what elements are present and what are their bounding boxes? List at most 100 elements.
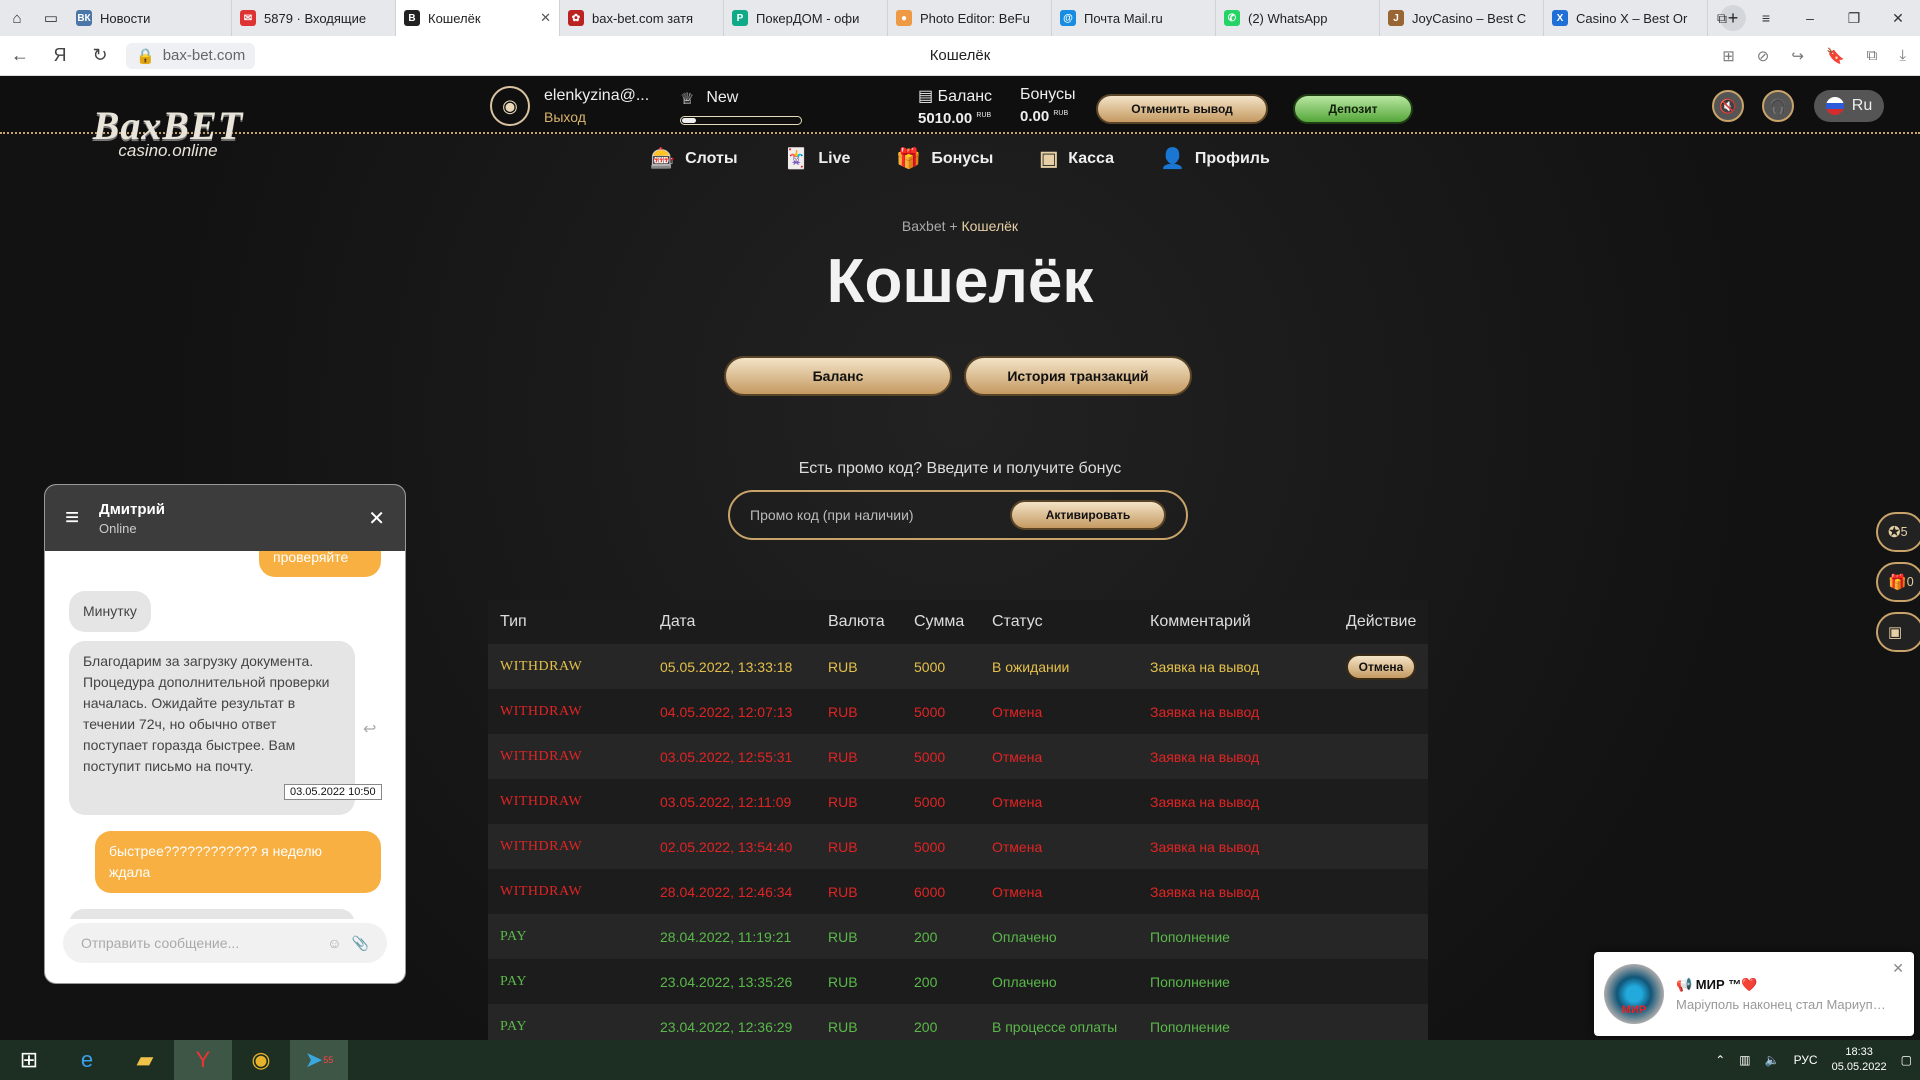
activate-button[interactable]: Активировать — [1010, 500, 1166, 530]
cell-type: WITHDRAW — [488, 689, 648, 734]
yandex-icon[interactable]: Я — [40, 36, 80, 76]
nav-item[interactable]: 👤 Профиль — [1160, 146, 1270, 171]
explorer-icon[interactable]: ▰ — [116, 1040, 174, 1080]
column-header: Тип — [488, 600, 648, 644]
cell-action: Отмена — [1334, 644, 1428, 689]
browser-tab[interactable]: B Кошелёк ✕ — [396, 0, 560, 36]
side-promo-icon[interactable]: ▣ — [1876, 612, 1920, 652]
yandex-browser-icon[interactable]: Y — [174, 1040, 232, 1080]
clock-date: 05.05.2022 — [1831, 1061, 1887, 1073]
collections-icon[interactable]: ⧉ — [1700, 0, 1744, 36]
menu-icon[interactable]: ≡ — [1744, 0, 1788, 36]
nav-item[interactable]: 🃏 Live — [784, 146, 851, 171]
cell-status: В ожидании — [980, 644, 1138, 689]
promo-input[interactable] — [750, 507, 1010, 523]
maximize-button[interactable]: ❐ — [1832, 0, 1876, 36]
cancel-withdraw-button[interactable]: Отменить вывод — [1096, 94, 1268, 124]
browser-home-icon[interactable]: ⌂ — [0, 0, 34, 36]
activate-label: Активировать — [1045, 508, 1131, 522]
sound-off-icon[interactable]: 🔇 — [1712, 90, 1744, 122]
windows-start-icon[interactable]: ⊞ — [0, 1040, 58, 1080]
translate-icon[interactable]: ⊞ — [1722, 47, 1735, 65]
chat-message-agent: Минутку — [69, 591, 151, 632]
cell-status: Отмена — [980, 734, 1138, 779]
emoji-icon[interactable]: ☺ — [327, 935, 341, 951]
telegram-icon[interactable]: ➤ 55 — [290, 1040, 348, 1080]
balance-value: 5010.00 — [918, 110, 973, 127]
cards-icon: 🃏 — [783, 148, 809, 170]
reload-icon[interactable]: ↻ — [80, 36, 120, 76]
tab-close-icon[interactable]: ✕ — [540, 10, 551, 26]
tab-history[interactable]: История транзакций — [964, 356, 1192, 396]
logout-link[interactable]: Выход — [544, 109, 649, 125]
tray-volume-icon[interactable]: 🔈 — [1765, 1053, 1780, 1067]
attach-icon[interactable]: 📎 — [352, 935, 369, 952]
user-name[interactable]: elenkyzina@... — [544, 87, 649, 105]
support-chat: ≡ Дмитрий Online ✕ проверяйте Минутку Бл… — [44, 484, 406, 984]
cell-currency: RUB — [816, 914, 902, 959]
browser-tab[interactable]: J JoyCasino – Best C — [1380, 0, 1544, 36]
reply-icon[interactable]: ↩ — [363, 719, 376, 740]
lock-icon: 🔒 — [136, 47, 155, 65]
nav-item-label: Live — [818, 149, 851, 167]
browser-tab[interactable]: ✆ (2) WhatsApp — [1216, 0, 1380, 36]
browser-tab[interactable]: ✉ 5879 · Входящие — [232, 0, 396, 36]
tab-favicon-icon: P — [732, 10, 748, 26]
browser-tab[interactable]: ВК Новости — [68, 0, 232, 36]
browser-tab[interactable]: P ПокерДОМ - офи — [724, 0, 888, 36]
cell-date: 05.05.2022, 13:33:18 — [648, 644, 816, 689]
breadcrumb-home[interactable]: Baxbet — [902, 218, 946, 234]
table-row: WITHDRAW 02.05.2022, 13:54:40 RUB 5000 О… — [488, 824, 1428, 869]
download-icon[interactable]: ⤓ — [1899, 47, 1906, 65]
clock[interactable]: 18:33 05.05.2022 — [1832, 1045, 1887, 1075]
cell-currency: RUB — [816, 869, 902, 914]
column-header: Дата — [648, 600, 816, 644]
tab-balance[interactable]: Баланс — [724, 356, 952, 396]
browser-tab[interactable]: @ Почта Mail.ru — [1052, 0, 1216, 36]
browser-tab[interactable]: ● Photo Editor: BeFu — [888, 0, 1052, 36]
language-selector[interactable]: Ru — [1814, 90, 1884, 122]
site-logo[interactable]: BaxBET casino.online — [78, 102, 258, 161]
cell-currency: RUB — [816, 689, 902, 734]
avatar-icon[interactable]: ◉ — [490, 86, 530, 126]
bookmark-icon[interactable]: 🔖 — [1826, 47, 1845, 65]
back-icon[interactable]: ← — [0, 36, 40, 76]
tray-arrow-icon[interactable]: ⌃ — [1715, 1053, 1725, 1067]
notifications-icon[interactable]: ▢ — [1901, 1053, 1912, 1067]
notification-close-icon[interactable]: ✕ — [1892, 960, 1904, 977]
tab-title: Почта Mail.ru — [1084, 10, 1163, 26]
cell-status: Отмена — [980, 779, 1138, 824]
tray-lang[interactable]: РУС — [1794, 1053, 1818, 1067]
browser-tab[interactable]: X Casino X – Best Or — [1544, 0, 1708, 36]
nav-item[interactable]: ▣ Касса — [1039, 146, 1114, 171]
cancel-transaction-button[interactable]: Отмена — [1346, 653, 1416, 680]
collections-button-icon[interactable]: ⧉ — [1867, 47, 1878, 65]
table-row: PAY 23.04.2022, 13:35:26 RUB 200 Оплачен… — [488, 959, 1428, 1004]
nav-item[interactable]: 🎁 Бонусы — [896, 146, 993, 171]
browser-tab[interactable]: ✿ bax-bet.com затя — [560, 0, 724, 36]
tray-network-icon[interactable]: ▥ — [1739, 1053, 1750, 1067]
telegram-notification[interactable]: МИР 📢 МИР ™❤️ Маріуполь наконец стал Мар… — [1594, 952, 1914, 1036]
support-icon[interactable]: 🎧 — [1762, 90, 1794, 122]
share-icon[interactable]: ↪ — [1791, 47, 1804, 65]
url-field[interactable]: 🔒 bax-bet.com — [126, 42, 256, 69]
side-gift-icon[interactable]: 🎁 0 — [1876, 562, 1920, 602]
chat-message-agent-partial — [69, 909, 355, 919]
close-window-button[interactable]: ✕ — [1876, 0, 1920, 36]
side-bonus-badge: 5 — [1900, 525, 1908, 539]
side-bonus-icon[interactable]: ✪ 5 — [1876, 512, 1920, 552]
ie-icon[interactable]: e — [58, 1040, 116, 1080]
cell-comment: Пополнение — [1138, 959, 1334, 1004]
minimize-button[interactable]: – — [1788, 0, 1832, 36]
level-progress-fill — [682, 118, 697, 123]
table-row: PAY 28.04.2022, 11:19:21 RUB 200 Оплачен… — [488, 914, 1428, 959]
nav-item[interactable]: 🎰 Слоты — [650, 146, 737, 171]
column-header: Действие — [1334, 600, 1428, 644]
protect-icon[interactable]: ⊘ — [1757, 47, 1770, 65]
chat-input[interactable]: Отправить сообщение... ☺ 📎 — [63, 923, 387, 963]
chat-close-icon[interactable]: ✕ — [368, 506, 385, 531]
hamburger-icon[interactable]: ≡ — [65, 504, 79, 532]
chrome-icon[interactable]: ◉ — [232, 1040, 290, 1080]
deposit-button[interactable]: Депозит — [1293, 94, 1413, 124]
browser-tabs-icon[interactable]: ▭ — [34, 0, 68, 36]
